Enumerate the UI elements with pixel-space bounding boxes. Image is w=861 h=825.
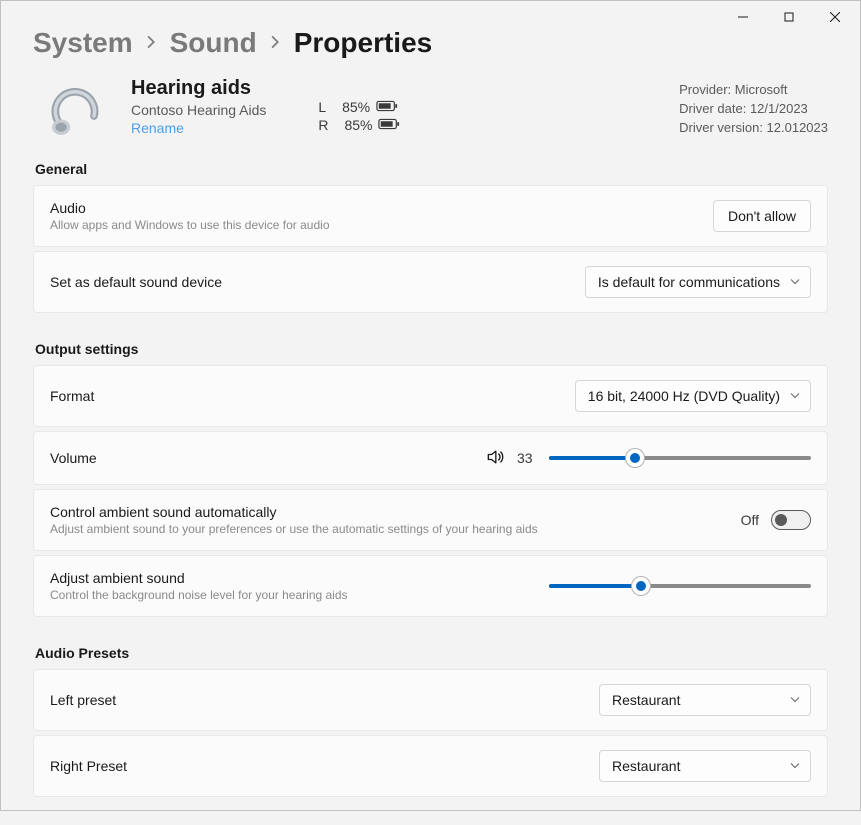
card-audio-allow: Audio Allow apps and Windows to use this… bbox=[33, 185, 828, 247]
chevron-down-icon bbox=[790, 695, 800, 706]
ambient-slider[interactable] bbox=[549, 576, 811, 596]
right-preset-label: Right Preset bbox=[50, 758, 127, 774]
right-battery-percent: 85% bbox=[344, 117, 372, 133]
left-preset-select[interactable]: Restaurant bbox=[599, 684, 811, 716]
chevron-right-icon bbox=[271, 35, 280, 52]
ambient-auto-state: Off bbox=[741, 512, 759, 528]
close-button[interactable] bbox=[812, 2, 858, 32]
default-device-value: Is default for communications bbox=[598, 274, 780, 290]
battery-icon bbox=[376, 99, 398, 115]
driver-version: Driver version: 12.012023 bbox=[679, 119, 828, 138]
device-header: Hearing aids Contoso Hearing Aids Rename… bbox=[33, 77, 828, 141]
card-left-preset: Left preset Restaurant bbox=[33, 669, 828, 731]
right-preset-value: Restaurant bbox=[612, 758, 680, 774]
maximize-button[interactable] bbox=[766, 2, 812, 32]
minimize-button[interactable] bbox=[720, 2, 766, 32]
driver-provider: Provider: Microsoft bbox=[679, 81, 828, 100]
breadcrumb-properties: Properties bbox=[294, 27, 433, 59]
section-general: General bbox=[35, 161, 828, 177]
left-preset-label: Left preset bbox=[50, 692, 116, 708]
device-name: Hearing aids bbox=[131, 77, 266, 100]
battery-icon bbox=[378, 117, 400, 133]
volume-slider[interactable] bbox=[549, 448, 811, 468]
card-format: Format 16 bit, 24000 Hz (DVD Quality) bbox=[33, 365, 828, 427]
default-device-label: Set as default sound device bbox=[50, 274, 222, 290]
right-battery-label: R bbox=[318, 117, 328, 133]
volume-label: Volume bbox=[50, 450, 97, 466]
chevron-down-icon bbox=[790, 761, 800, 772]
chevron-down-icon bbox=[790, 391, 800, 402]
breadcrumb-sound[interactable]: Sound bbox=[170, 27, 257, 59]
speaker-icon[interactable] bbox=[485, 447, 505, 470]
hearing-aid-icon bbox=[33, 77, 113, 141]
ambient-auto-toggle[interactable] bbox=[771, 510, 811, 530]
card-volume: Volume 33 bbox=[33, 431, 828, 485]
battery-levels: L 85% R 85% bbox=[318, 99, 400, 135]
volume-value: 33 bbox=[517, 450, 537, 466]
default-device-select[interactable]: Is default for communications bbox=[585, 266, 811, 298]
chevron-down-icon bbox=[790, 277, 800, 288]
ambient-auto-sublabel: Adjust ambient sound to your preferences… bbox=[50, 522, 538, 536]
section-presets: Audio Presets bbox=[35, 645, 828, 661]
settings-window: System Sound Properties Hearing aids bbox=[0, 0, 861, 811]
left-battery-percent: 85% bbox=[342, 99, 370, 115]
format-label: Format bbox=[50, 388, 94, 404]
chevron-right-icon bbox=[147, 35, 156, 52]
section-output: Output settings bbox=[35, 341, 828, 357]
left-preset-value: Restaurant bbox=[612, 692, 680, 708]
left-battery-label: L bbox=[318, 99, 326, 115]
card-ambient-adjust: Adjust ambient sound Control the backgro… bbox=[33, 555, 828, 617]
breadcrumb: System Sound Properties bbox=[33, 27, 828, 59]
ambient-adjust-sublabel: Control the background noise level for y… bbox=[50, 588, 348, 602]
breadcrumb-system[interactable]: System bbox=[33, 27, 133, 59]
rename-link[interactable]: Rename bbox=[131, 120, 266, 136]
audio-sublabel: Allow apps and Windows to use this devic… bbox=[50, 218, 330, 232]
format-select[interactable]: 16 bit, 24000 Hz (DVD Quality) bbox=[575, 380, 811, 412]
card-default-device: Set as default sound device Is default f… bbox=[33, 251, 828, 313]
card-right-preset: Right Preset Restaurant bbox=[33, 735, 828, 797]
audio-label: Audio bbox=[50, 200, 330, 216]
ambient-auto-label: Control ambient sound automatically bbox=[50, 504, 538, 520]
driver-info: Provider: Microsoft Driver date: 12/1/20… bbox=[679, 81, 828, 138]
right-preset-select[interactable]: Restaurant bbox=[599, 750, 811, 782]
dont-allow-button[interactable]: Don't allow bbox=[713, 200, 811, 232]
device-manufacturer: Contoso Hearing Aids bbox=[131, 102, 266, 118]
format-value: 16 bit, 24000 Hz (DVD Quality) bbox=[588, 388, 780, 404]
card-ambient-auto: Control ambient sound automatically Adju… bbox=[33, 489, 828, 551]
driver-date: Driver date: 12/1/2023 bbox=[679, 100, 828, 119]
ambient-adjust-label: Adjust ambient sound bbox=[50, 570, 348, 586]
